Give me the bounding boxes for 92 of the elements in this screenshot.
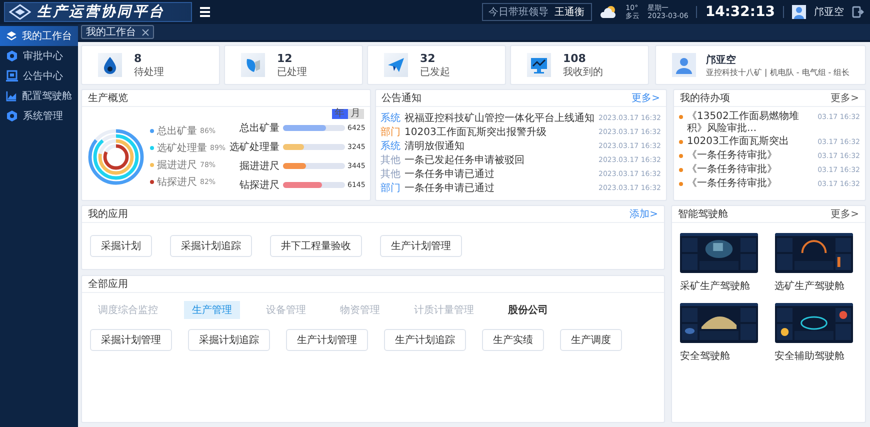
user-name[interactable]: 邝亚空 [814,5,844,19]
droplet-icon [98,53,122,77]
leaf-icon [241,53,265,77]
bullet-icon [679,182,683,186]
person-avatar-icon [672,53,696,77]
duty-label: 今日带班领导 [488,6,549,19]
stat-value: 12 [277,52,294,64]
hexagon-icon [6,50,18,62]
bar-label: 钻探进尺 [238,178,280,192]
notice-title[interactable]: 10203工作面瓦斯突出报警升级 [404,124,595,138]
notice-title[interactable]: 一条任务申请已通过 [404,180,595,194]
sidebar-item[interactable]: 配置驾驶舱 [0,86,78,106]
app-button[interactable]: 生产计划追踪 [384,329,466,351]
notice-tag: 系统 [380,138,401,152]
stat-value: 108 [563,52,587,64]
monitor-icon [527,53,551,77]
menu-icon[interactable] [200,7,210,17]
todo-title[interactable]: 10203工作面瓦斯突出 [687,136,814,148]
notice-tag: 系统 [380,110,401,124]
app-button[interactable]: 采掘计划追踪 [188,329,270,351]
notice-title[interactable]: 一条任务申请已通过 [404,166,595,180]
add-link[interactable]: 添加> [630,207,658,221]
profile-name: 邝亚空 [706,53,737,66]
app-button[interactable]: 采掘计划 [90,235,152,257]
todo-title[interactable]: 《13502工作面易燃物堆积》风险审批... [687,111,814,135]
card-title: 智能驾驶舱 [678,208,728,221]
notice-title[interactable]: 祝福亚控科技矿山管控一体化平台上线通知 [404,110,595,124]
notice-title[interactable]: 清明放假通知 [404,138,595,152]
notice-tag: 其他 [380,152,401,166]
legend-label: 掘进进尺 [157,158,197,172]
legend-label: 钻探进尺 [157,176,197,189]
notice-tag: 部门 [380,124,401,138]
app-button[interactable]: 生产调度 [560,329,622,351]
user-avatar-icon [792,5,806,19]
hexagon-icon [6,110,18,122]
stat-label: 已发起 [420,66,450,78]
profile-org: 亚控科技十八矿 | 机电队 - 电气组 - 组长 [706,66,850,78]
app-button[interactable]: 生产实绩 [482,329,544,351]
card-title: 我的待办项 [680,92,730,105]
card-title: 公告通知 [382,92,422,105]
stat-value: 8 [134,52,143,64]
layers-icon [6,30,17,42]
bar-label: 总出矿量 [238,122,280,135]
todo-title[interactable]: 《一条任务待审批》 [687,178,814,190]
app-button[interactable]: 采掘计划管理 [90,329,172,351]
diamond-logo-icon [9,4,31,20]
weather-icon [600,5,618,19]
paper-plane-icon [384,53,408,77]
close-icon[interactable] [142,28,149,36]
legend-label: 总出矿量 [157,124,197,138]
stat-value: 32 [420,52,436,64]
bar-label: 掘进进尺 [238,160,280,173]
chart-icon [6,90,17,102]
stat-label: 已处理 [277,66,307,78]
app-title: 生产运营协同平台 [37,3,165,21]
notice-tag: 部门 [380,180,401,194]
stat-label: 待处理 [134,66,164,78]
notice-title[interactable]: 一条已发起任务申请被驳回 [404,152,595,166]
sidebar-item[interactable]: 公告中心 [0,66,78,86]
clock-time: 14:32:13 [705,4,775,20]
card-title: 全部应用 [88,278,128,291]
bullet-icon [679,140,683,144]
cockpit-label[interactable]: 选矿生产驾驶舱 [774,279,857,293]
stat-label: 我收到的 [563,66,603,78]
logout-icon[interactable] [852,6,864,18]
sidebar-item[interactable]: 审批中心 [0,46,78,66]
board-icon [6,70,18,82]
app-button[interactable]: 生产计划管理 [380,235,462,257]
cockpit-label[interactable]: 采矿生产驾驶舱 [680,279,762,293]
bullet-icon [679,115,683,119]
bullet-icon [679,154,683,158]
legend-label: 选矿处理量 [157,142,207,155]
card-title: 生产概览 [88,92,128,105]
duty-name: 王通衡 [554,6,585,19]
cockpit-label[interactable]: 安全驾驶舱 [680,349,762,363]
todo-title[interactable]: 《一条任务待审批》 [687,164,814,176]
more-link[interactable]: 更多> [830,91,859,105]
sidebar-item[interactable]: 我的工作台 [0,26,78,46]
notice-tag: 其他 [380,166,401,180]
workspace-tab[interactable]: 我的工作台 [81,25,154,39]
app-button[interactable]: 生产计划管理 [286,329,368,351]
cockpit-label[interactable]: 安全辅助驾驶舱 [774,349,857,363]
app-button[interactable]: 井下工程量验收 [270,235,362,257]
app-button[interactable]: 采掘计划追踪 [170,235,252,257]
sidebar-item[interactable]: 系统管理 [0,106,78,126]
bullet-icon [679,168,683,172]
more-link[interactable]: 更多> [830,207,859,221]
todo-title[interactable]: 《一条任务待审批》 [687,150,814,162]
period-toggle[interactable]: 月 [348,109,364,119]
bar-label: 选矿处理量 [230,140,280,154]
category-tab[interactable]: 股份公司 [500,301,556,319]
card-title: 我的应用 [88,208,128,221]
